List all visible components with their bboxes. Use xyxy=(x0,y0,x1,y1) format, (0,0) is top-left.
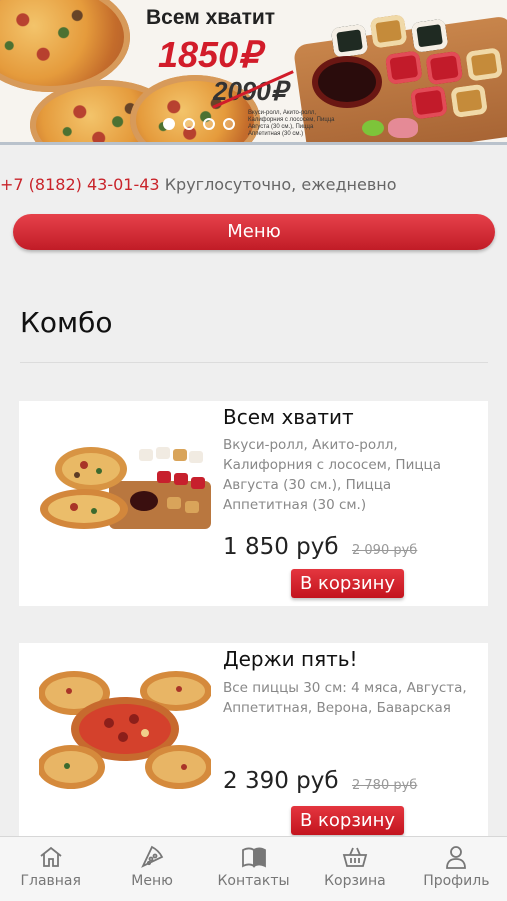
add-to-cart-button[interactable]: В корзину xyxy=(291,806,404,835)
add-to-cart-button[interactable]: В корзину xyxy=(291,569,404,598)
tab-contacts[interactable]: Контакты xyxy=(203,837,304,901)
banner-title: Всем хватит xyxy=(146,6,276,29)
product-image xyxy=(40,447,211,529)
carousel-dot[interactable] xyxy=(203,118,215,130)
tab-label: Контакты xyxy=(217,873,290,889)
carousel-dot[interactable] xyxy=(183,118,195,130)
phone-link[interactable]: +7 (8182) 43-01-43 xyxy=(0,175,160,194)
user-icon xyxy=(446,846,467,869)
carousel-dot[interactable] xyxy=(223,118,235,130)
banner-description: Вкуси-ролл, Акито-ролл, Калифорния с лос… xyxy=(248,110,335,137)
product-card[interactable]: Держи пять! Все пиццы 30 см: 4 мяса, Авг… xyxy=(19,643,488,843)
section-title: Комбо xyxy=(20,306,113,339)
contact-line: +7 (8182) 43-01-43 Круглосуточно, ежедне… xyxy=(0,175,397,194)
product-image xyxy=(39,671,211,789)
bottom-tab-bar: Главная Меню Контакты Корзина Профиль xyxy=(0,836,507,901)
tab-profile[interactable]: Профиль xyxy=(406,837,507,901)
carousel-dot[interactable] xyxy=(163,118,175,130)
product-old-price: 2 090 руб xyxy=(352,543,418,558)
banner-sauce-image xyxy=(318,62,376,102)
tab-label: Профиль xyxy=(423,873,490,889)
tab-menu[interactable]: Меню xyxy=(101,837,202,901)
banner-pizza-image xyxy=(0,0,130,92)
divider xyxy=(20,362,488,363)
product-price: 1 850 руб xyxy=(223,534,339,560)
tab-label: Корзина xyxy=(324,873,386,889)
banner-old-price: 2090₽ xyxy=(212,70,294,109)
banner-ginger-image xyxy=(388,118,418,138)
tab-label: Главная xyxy=(20,873,81,889)
book-icon xyxy=(241,847,266,868)
pizza-slice-icon xyxy=(141,845,164,868)
home-icon xyxy=(40,846,62,867)
promo-banner[interactable]: Всем хватит 1850₽ 2090₽ Вкуси-ролл, Акит… xyxy=(0,0,507,145)
tab-label: Меню xyxy=(131,873,173,889)
tab-cart[interactable]: Корзина xyxy=(304,837,405,901)
working-hours: Круглосуточно, ежедневно xyxy=(164,175,397,194)
banner-price: 1850₽ xyxy=(158,34,261,75)
product-title[interactable]: Всем хватит xyxy=(223,405,354,429)
product-title[interactable]: Держи пять! xyxy=(223,647,358,671)
banner-wasabi-image xyxy=(362,120,384,136)
carousel-indicator xyxy=(163,118,235,130)
product-old-price: 2 780 руб xyxy=(352,778,418,793)
product-description: Все пиццы 30 см: 4 мяса, Августа, Аппети… xyxy=(223,680,467,716)
product-description: Вкуси-ролл, Акито-ролл, Калифорния с лос… xyxy=(223,437,441,513)
product-price: 2 390 руб xyxy=(223,768,339,794)
menu-button[interactable]: Меню xyxy=(13,214,495,250)
tab-home[interactable]: Главная xyxy=(0,837,101,901)
basket-icon xyxy=(342,847,368,867)
product-card[interactable]: Всем хватит Вкуси-ролл, Акито-ролл, Кали… xyxy=(19,401,488,606)
